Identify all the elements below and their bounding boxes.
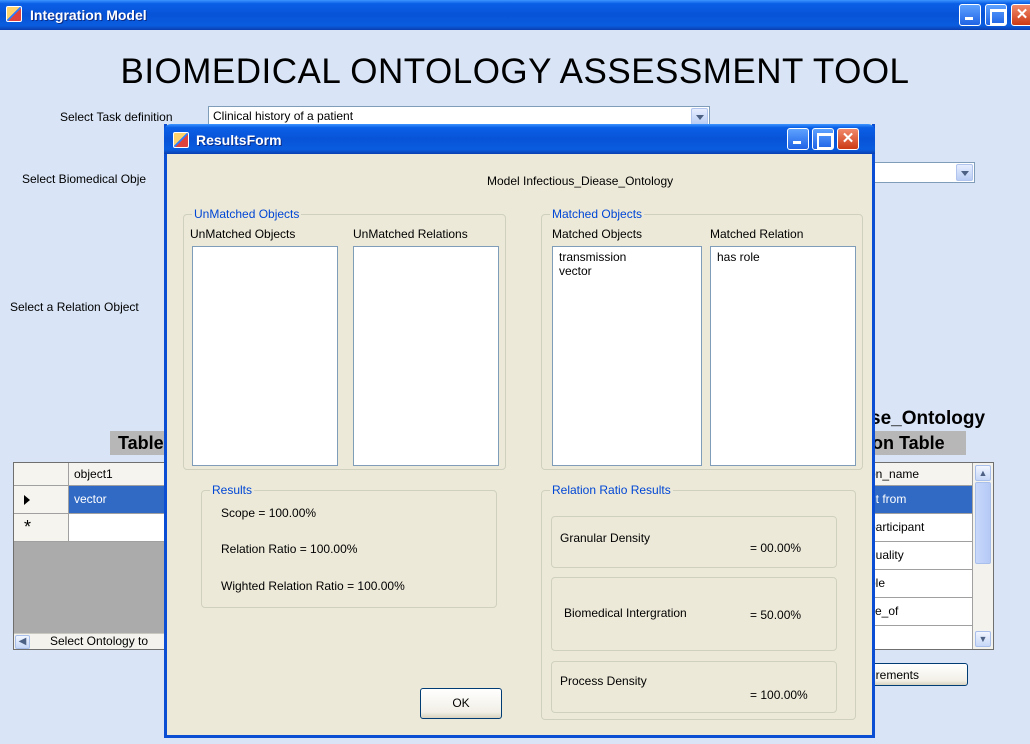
close-button[interactable]: ✕ [1011, 4, 1030, 26]
dialog-title-bar[interactable]: ResultsForm ✕ [164, 124, 875, 154]
granular-density-box: Granular Density = 00.00% [551, 516, 837, 568]
maximize-icon [986, 5, 1006, 25]
scroll-up-icon[interactable]: ▲ [975, 465, 991, 481]
table-row[interactable] [867, 626, 973, 649]
maximize-icon [813, 129, 833, 149]
maximize-button[interactable] [985, 4, 1007, 26]
scope-value: Scope = 100.00% [221, 506, 317, 520]
list-item[interactable]: vector [559, 264, 695, 278]
granular-density-label: Granular Density [560, 531, 651, 545]
scrollbar-thumb[interactable] [975, 482, 991, 564]
results-form-dialog: ResultsForm ✕ Model Infectious_Diease_On… [164, 124, 875, 738]
column-header-relation-name[interactable]: on_name [867, 463, 973, 486]
dialog-maximize-button[interactable] [812, 128, 834, 150]
relation-ratio-legend: Relation Ratio Results [550, 483, 673, 497]
left-table-header: Table [110, 431, 165, 455]
biomedical-integration-label: Biomedical Intergration [564, 606, 687, 620]
table-row[interactable]: nt from [867, 486, 973, 514]
new-row-header[interactable]: * [14, 514, 69, 542]
grid-corner [14, 463, 69, 486]
ontology-header-line1: se_Ontology [870, 408, 986, 429]
table-row[interactable] [69, 514, 164, 542]
unmatched-objects-group: UnMatched Objects UnMatched Objects UnMa… [183, 207, 506, 470]
matched-objects-group: Matched Objects Matched Objects Matched … [541, 207, 863, 470]
close-icon: ✕ [841, 130, 855, 147]
app-icon [6, 6, 22, 22]
current-row-icon [24, 495, 30, 505]
weighted-relation-ratio-value: Wighted Relation Ratio = 100.00% [221, 579, 405, 593]
biomedical-integration-box: Biomedical Intergration = 50.00% [551, 577, 837, 651]
matched-group-legend: Matched Objects [550, 207, 645, 221]
biomedical-object-label: Select Biomedical Obje [22, 172, 147, 186]
task-definition-label: Select Task definition [60, 110, 173, 124]
matched-objects-list[interactable]: transmission vector [552, 246, 702, 466]
task-definition-value: Clinical history of a patient [213, 109, 354, 123]
main-title-bar[interactable]: Integration Model ✕ [0, 0, 1030, 30]
scroll-left-icon[interactable]: ◀ [15, 635, 30, 649]
column-header-object1[interactable]: object1 [69, 463, 164, 486]
requirements-button[interactable]: irements [866, 663, 968, 686]
biomedical-object-select[interactable] [860, 162, 975, 183]
list-item[interactable]: has role [717, 250, 849, 264]
model-label: Model Infectious_Diease_Ontology [487, 174, 674, 188]
relation-object-label: Select a Relation Object [10, 300, 139, 314]
table-row[interactable]: ole [867, 570, 973, 598]
page-title: BIOMEDICAL ONTOLOGY ASSESSMENT TOOL [120, 52, 910, 91]
chevron-down-icon[interactable] [956, 164, 973, 181]
close-icon: ✕ [1015, 6, 1029, 23]
select-ontology-label: Select Ontology to [50, 634, 149, 648]
row-header[interactable] [14, 486, 69, 514]
unmatched-objects-list[interactable] [192, 246, 338, 466]
ontology-header-line2: on Table [866, 431, 966, 455]
right-data-grid[interactable]: on_name nt from participant quality ole … [866, 462, 994, 650]
list-item[interactable]: transmission [559, 250, 695, 264]
dialog-minimize-button[interactable] [787, 128, 809, 150]
scroll-down-icon[interactable]: ▼ [975, 631, 991, 647]
minimize-button[interactable] [959, 4, 981, 26]
vertical-scrollbar[interactable]: ▲ ▼ [973, 463, 993, 649]
matched-relation-header: Matched Relation [710, 227, 804, 241]
minimize-icon [788, 129, 808, 149]
process-density-label: Process Density [560, 674, 647, 688]
dialog-app-icon [173, 132, 189, 148]
table-row[interactable]: participant [867, 514, 973, 542]
relation-ratio-value: Relation Ratio = 100.00% [221, 542, 358, 556]
matched-objects-header: Matched Objects [552, 227, 643, 241]
table-row[interactable]: quality [867, 542, 973, 570]
unmatched-relations-header: UnMatched Relations [353, 227, 468, 241]
ok-button[interactable]: OK [420, 688, 502, 719]
table-row[interactable]: se_of [867, 598, 973, 626]
results-group: Results Scope = 100.00% Relation Ratio =… [201, 483, 497, 608]
relation-ratio-results-group: Relation Ratio Results Granular Density … [541, 483, 856, 720]
biomedical-integration-value: = 50.00% [750, 608, 802, 622]
minimize-icon [960, 5, 980, 25]
dialog-title: ResultsForm [196, 132, 282, 148]
process-density-box: Process Density = 100.00% [551, 661, 837, 713]
chevron-down-icon[interactable] [691, 108, 708, 125]
unmatched-relations-list[interactable] [353, 246, 499, 466]
dialog-close-button[interactable]: ✕ [837, 128, 859, 150]
table-row[interactable]: vector [69, 486, 164, 514]
matched-relations-list[interactable]: has role [710, 246, 856, 466]
main-window-title: Integration Model [30, 7, 147, 23]
unmatched-objects-header: UnMatched Objects [190, 227, 296, 241]
unmatched-group-legend: UnMatched Objects [192, 207, 302, 221]
left-data-grid[interactable]: object1 vector * ◀ [13, 462, 165, 650]
granular-density-value: = 00.00% [750, 541, 802, 555]
results-group-legend: Results [210, 483, 255, 497]
process-density-value: = 100.00% [750, 688, 808, 702]
